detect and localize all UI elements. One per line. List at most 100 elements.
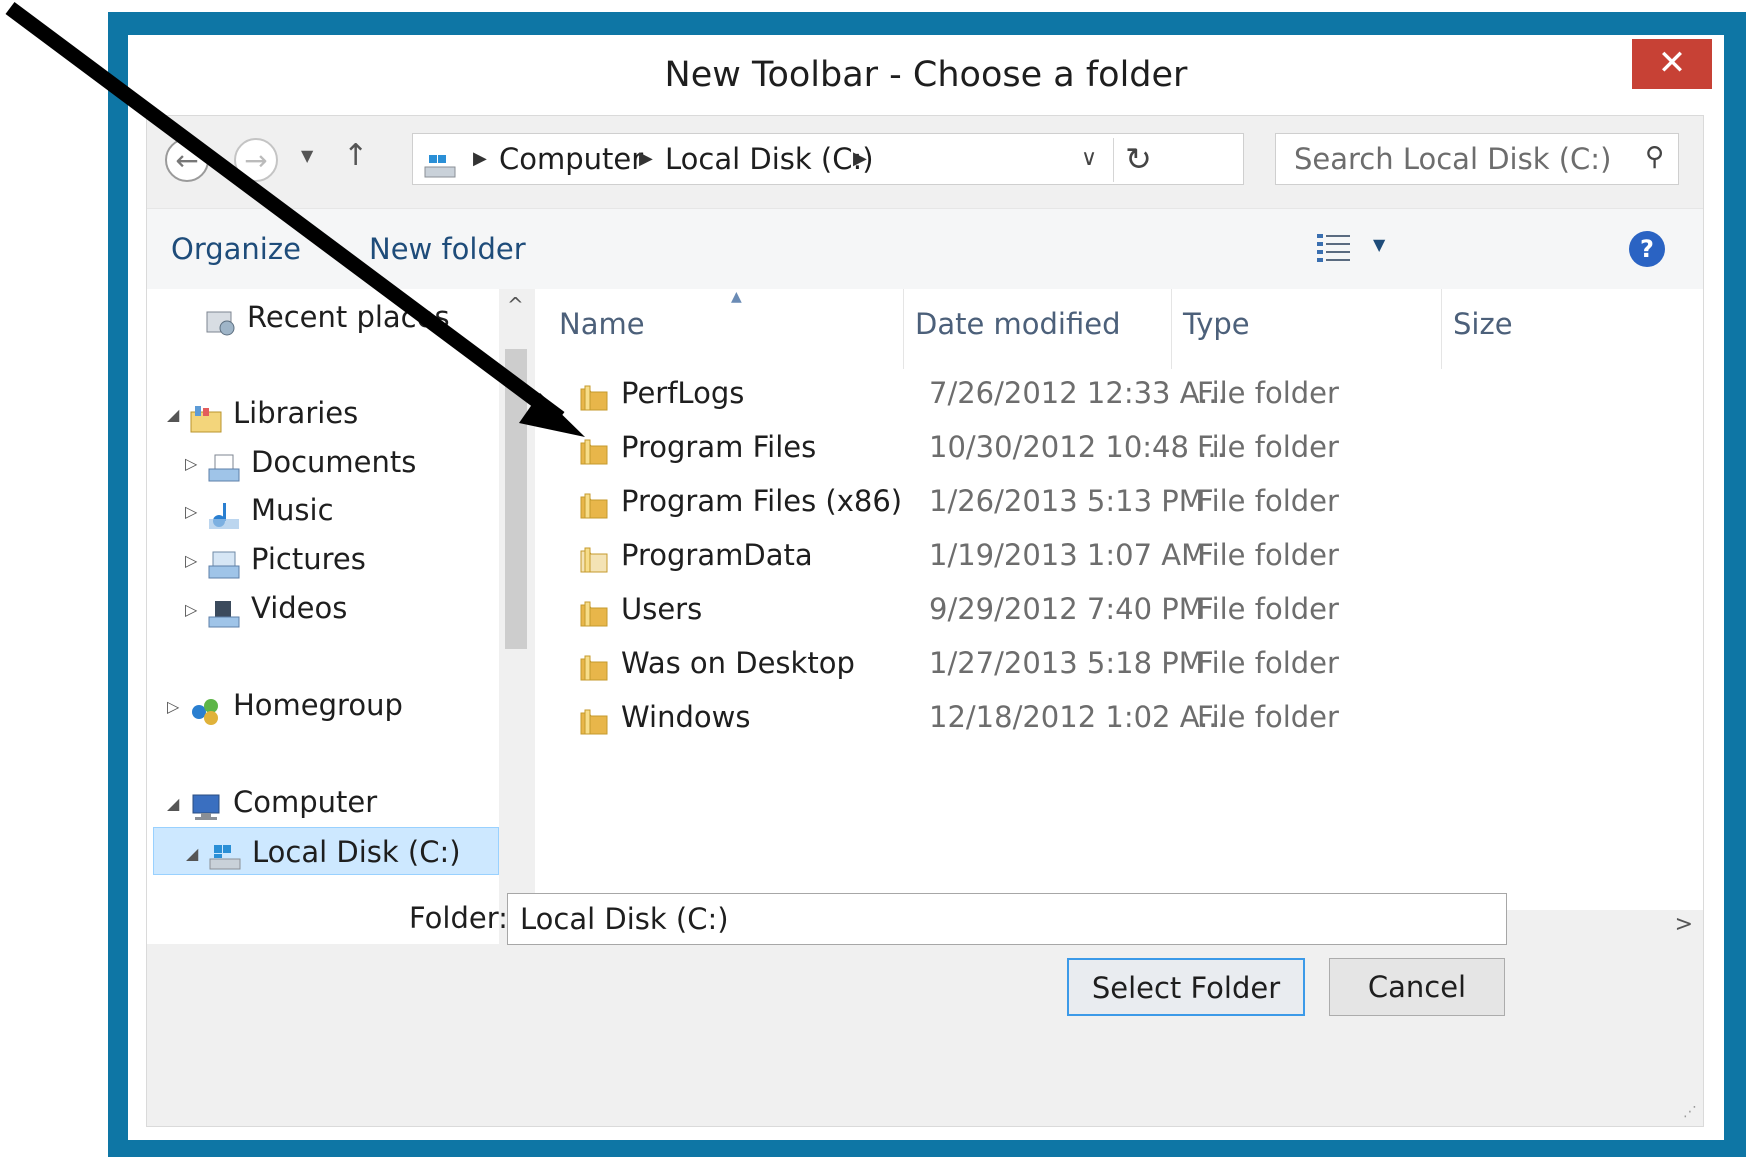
expand-triangle-icon[interactable]: ▷ [167, 683, 189, 731]
search-input[interactable]: Search Local Disk (C:) [1294, 134, 1611, 184]
file-name[interactable]: PerfLogs [621, 369, 744, 417]
column-header-size[interactable]: Size [1453, 289, 1513, 359]
breadcrumb-separator-icon: ▶ [473, 148, 487, 169]
column-divider [903, 289, 904, 369]
file-row[interactable]: Was on Desktop 1/27/2013 5:18 PM File fold… [535, 639, 1655, 687]
refresh-icon[interactable]: ↻ [1125, 134, 1152, 184]
breadcrumb-computer[interactable]: Computer [499, 134, 643, 184]
collapse-triangle-icon[interactable]: ◢ [186, 830, 208, 878]
file-name[interactable]: Program Files [621, 423, 816, 471]
homegroup-icon [189, 692, 223, 725]
tree-item-homegroup[interactable]: ▷ Homegroup [167, 681, 403, 729]
collapse-triangle-icon[interactable]: ◢ [167, 780, 189, 828]
command-bar: Organize New folder ▼ ? [147, 208, 1703, 289]
file-type: File folder [1197, 592, 1339, 626]
choose-folder-dialog: New Toolbar - Choose a folder ✕ ← → ▼ ↑ … [128, 35, 1724, 1140]
file-name[interactable]: Windows [621, 693, 750, 741]
breadcrumb-separator-icon: ▶ [853, 148, 867, 169]
expand-triangle-icon[interactable]: ▷ [185, 586, 207, 634]
file-name[interactable]: Users [621, 585, 702, 633]
tree-label: Local Disk (C:) [252, 835, 461, 869]
folder-label: Folder: [409, 901, 508, 935]
navigation-scrollbar[interactable]: ^ v [499, 289, 533, 944]
scroll-up-icon[interactable]: ^ [507, 293, 524, 317]
resize-grip-icon[interactable]: ⋰ [1683, 1104, 1697, 1120]
folder-icon [579, 487, 609, 519]
file-type: File folder [1197, 700, 1339, 734]
folder-icon [579, 649, 609, 681]
search-icon[interactable]: ⚲ [1645, 142, 1664, 172]
folder-icon [579, 379, 609, 411]
computer-icon [189, 789, 223, 820]
tree-label: Videos [251, 591, 348, 625]
file-date: 1/19/2013 1:07 AM [929, 538, 1207, 572]
tree-item-libraries[interactable]: ◢ Libraries [167, 389, 358, 437]
close-button[interactable]: ✕ [1632, 39, 1712, 89]
folder-icon [579, 595, 609, 627]
file-type: File folder [1197, 430, 1339, 464]
new-folder-button[interactable]: New folder [369, 209, 526, 289]
breadcrumb-local-disk[interactable]: Local Disk (C:) [665, 134, 874, 184]
address-bar[interactable]: ▶ Computer ▶ Local Disk (C:) ▶ ∨ ↻ [412, 133, 1244, 185]
drive-icon [423, 146, 457, 178]
file-type: File folder [1197, 646, 1339, 680]
help-icon[interactable]: ? [1629, 231, 1665, 267]
column-header-date[interactable]: Date modified [915, 289, 1121, 359]
tree-label: Documents [251, 445, 417, 479]
cancel-button[interactable]: Cancel [1329, 958, 1505, 1016]
select-folder-button[interactable]: Select Folder [1067, 958, 1305, 1016]
expand-triangle-icon[interactable]: ▷ [185, 537, 207, 585]
tree-item-documents[interactable]: ▷ Documents [185, 438, 416, 486]
tree-item-recent-places[interactable]: Recent places [203, 293, 450, 341]
scrollbar-thumb[interactable] [505, 349, 527, 649]
folder-icon [579, 433, 609, 465]
tree-item-local-disk[interactable]: ◢ Local Disk (C:) [153, 827, 499, 875]
folder-icon [579, 541, 609, 573]
tree-label: Libraries [233, 396, 359, 430]
column-divider [1171, 289, 1172, 369]
pictures-icon [207, 546, 241, 579]
tree-item-computer[interactable]: ◢ Computer [167, 778, 377, 826]
organize-button[interactable]: Organize [171, 209, 301, 289]
file-date: 7/26/2012 12:33 A... [929, 376, 1227, 410]
forward-arrow-icon[interactable]: → [234, 138, 278, 182]
column-header-type[interactable]: Type [1183, 289, 1250, 359]
up-arrow-icon[interactable]: ↑ [343, 138, 368, 173]
tree-item-music[interactable]: ▷ Music [185, 486, 334, 534]
tree-item-videos[interactable]: ▷ Videos [185, 584, 347, 632]
collapse-triangle-icon[interactable]: ◢ [167, 391, 189, 439]
view-options-icon[interactable] [1315, 231, 1355, 269]
back-arrow-icon[interactable]: ← [165, 138, 209, 182]
file-row[interactable]: Windows 12/18/2012 1:02 A... File folder [535, 693, 1655, 741]
search-box[interactable]: Search Local Disk (C:) ⚲ [1275, 133, 1679, 185]
tree-label: Pictures [251, 542, 366, 576]
folder-field[interactable]: Local Disk (C:) [507, 893, 1507, 945]
file-date: 1/27/2013 5:18 PM [929, 646, 1204, 680]
file-row[interactable]: Users 9/29/2012 7:40 PM File folder [535, 585, 1655, 633]
file-list: ▲ Name Date modified Type Size PerfLogs 7… [535, 289, 1703, 944]
file-name[interactable]: Program Files (x86) [621, 477, 902, 525]
scroll-right-icon[interactable]: > [1675, 912, 1693, 937]
file-row[interactable]: ProgramData 1/19/2013 1:07 AM File folder [535, 531, 1655, 579]
file-row[interactable]: Program Files 10/30/2012 10:48 ... File fo… [535, 423, 1655, 471]
view-dropdown-icon[interactable]: ▼ [1373, 235, 1385, 254]
navigation-bar: ← → ▼ ↑ ▶ Computer ▶ Local Disk (C:) ▶ ∨… [147, 116, 1703, 208]
documents-icon [207, 449, 241, 482]
column-header-name[interactable]: Name [559, 289, 645, 359]
tree-item-pictures[interactable]: ▷ Pictures [185, 535, 366, 583]
column-divider [1441, 289, 1442, 369]
recent-places-icon [203, 304, 237, 336]
expand-triangle-icon[interactable]: ▷ [185, 440, 207, 488]
recent-locations-chevron-icon[interactable]: ▼ [301, 146, 313, 165]
tree-label: Computer [233, 785, 378, 819]
file-row[interactable]: PerfLogs 7/26/2012 12:33 A... File folder [535, 369, 1655, 417]
file-name[interactable]: ProgramData [621, 531, 813, 579]
expand-triangle-icon[interactable]: ▷ [185, 488, 207, 536]
sort-ascending-icon: ▲ [731, 289, 742, 305]
file-name[interactable]: Was on Desktop [621, 639, 855, 687]
navigation-pane: Recent places ◢ Libraries ▷ Documents ▷ Mus… [147, 289, 519, 944]
file-date: 12/18/2012 1:02 A... [929, 700, 1227, 734]
address-dropdown-icon[interactable]: ∨ [1081, 134, 1097, 184]
file-row[interactable]: Program Files (x86) 1/26/2013 5:13 PM File… [535, 477, 1655, 525]
dialog-title: New Toolbar - Choose a folder [664, 55, 1188, 95]
